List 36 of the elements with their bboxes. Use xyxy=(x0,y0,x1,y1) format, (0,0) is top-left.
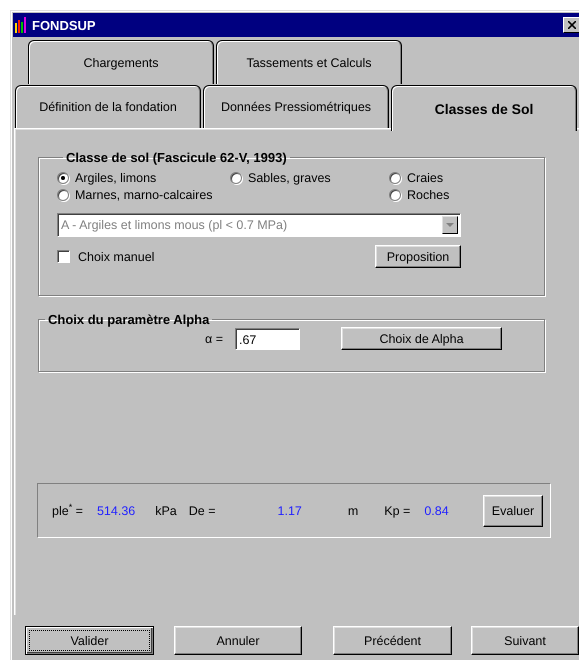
option-label: Sables, graves xyxy=(248,171,331,185)
result-value: 0.84 xyxy=(424,504,449,518)
group-title: Choix du paramètre Alpha xyxy=(47,312,210,327)
radio-option[interactable]: Marnes, marno-calcaires xyxy=(57,188,389,202)
result-label: De = xyxy=(188,504,216,518)
option-label: Craies xyxy=(407,171,444,185)
result-label: Kp = xyxy=(384,504,410,518)
dialog-button[interactable]: Suivant xyxy=(471,626,579,655)
dialog-button[interactable]: Valider xyxy=(25,626,154,655)
alpha-input[interactable]: .67 xyxy=(235,328,300,350)
choose-alpha-button[interactable]: Choix de Alpha xyxy=(341,327,502,350)
tab[interactable]: Données Pressiométriques xyxy=(203,85,389,128)
dialog-button[interactable]: Précédent xyxy=(333,626,452,655)
unit-label: m xyxy=(348,504,358,518)
group-title: Classe de sol (Fascicule 62-V, 1993) xyxy=(65,150,288,165)
dialog-button[interactable]: Annuler xyxy=(174,626,302,655)
result-value: 1.17 xyxy=(278,504,302,518)
checkbox-label: Choix manuel xyxy=(78,250,154,264)
tab[interactable]: Définition de la fondation xyxy=(15,85,201,128)
option-label: Roches xyxy=(407,188,450,202)
unit-label: kPa xyxy=(155,504,177,518)
radio-option[interactable]: Argiles, limons xyxy=(57,171,230,185)
result-label: ple$^{*}$ = xyxy=(52,504,83,518)
option-label: Marnes, marno-calcaires xyxy=(75,188,213,202)
window-title: FONDSUP xyxy=(32,18,97,32)
radio-option[interactable]: Roches xyxy=(389,188,539,202)
tab[interactable]: Chargements xyxy=(28,40,214,84)
tab[interactable]: Tassements et Calculs xyxy=(216,40,402,84)
result-value: 514.36 xyxy=(96,504,136,518)
radio-option[interactable]: Craies xyxy=(389,171,539,185)
option-label: Argiles, limons xyxy=(75,171,156,185)
proposal-button[interactable]: Proposition xyxy=(375,245,461,268)
tab[interactable]: Classes de Sol xyxy=(391,85,577,131)
radio-option[interactable]: Sables, graves xyxy=(230,171,389,185)
alpha-label: α = xyxy=(205,332,223,346)
evaluate-button[interactable]: Evaluer xyxy=(483,494,543,526)
